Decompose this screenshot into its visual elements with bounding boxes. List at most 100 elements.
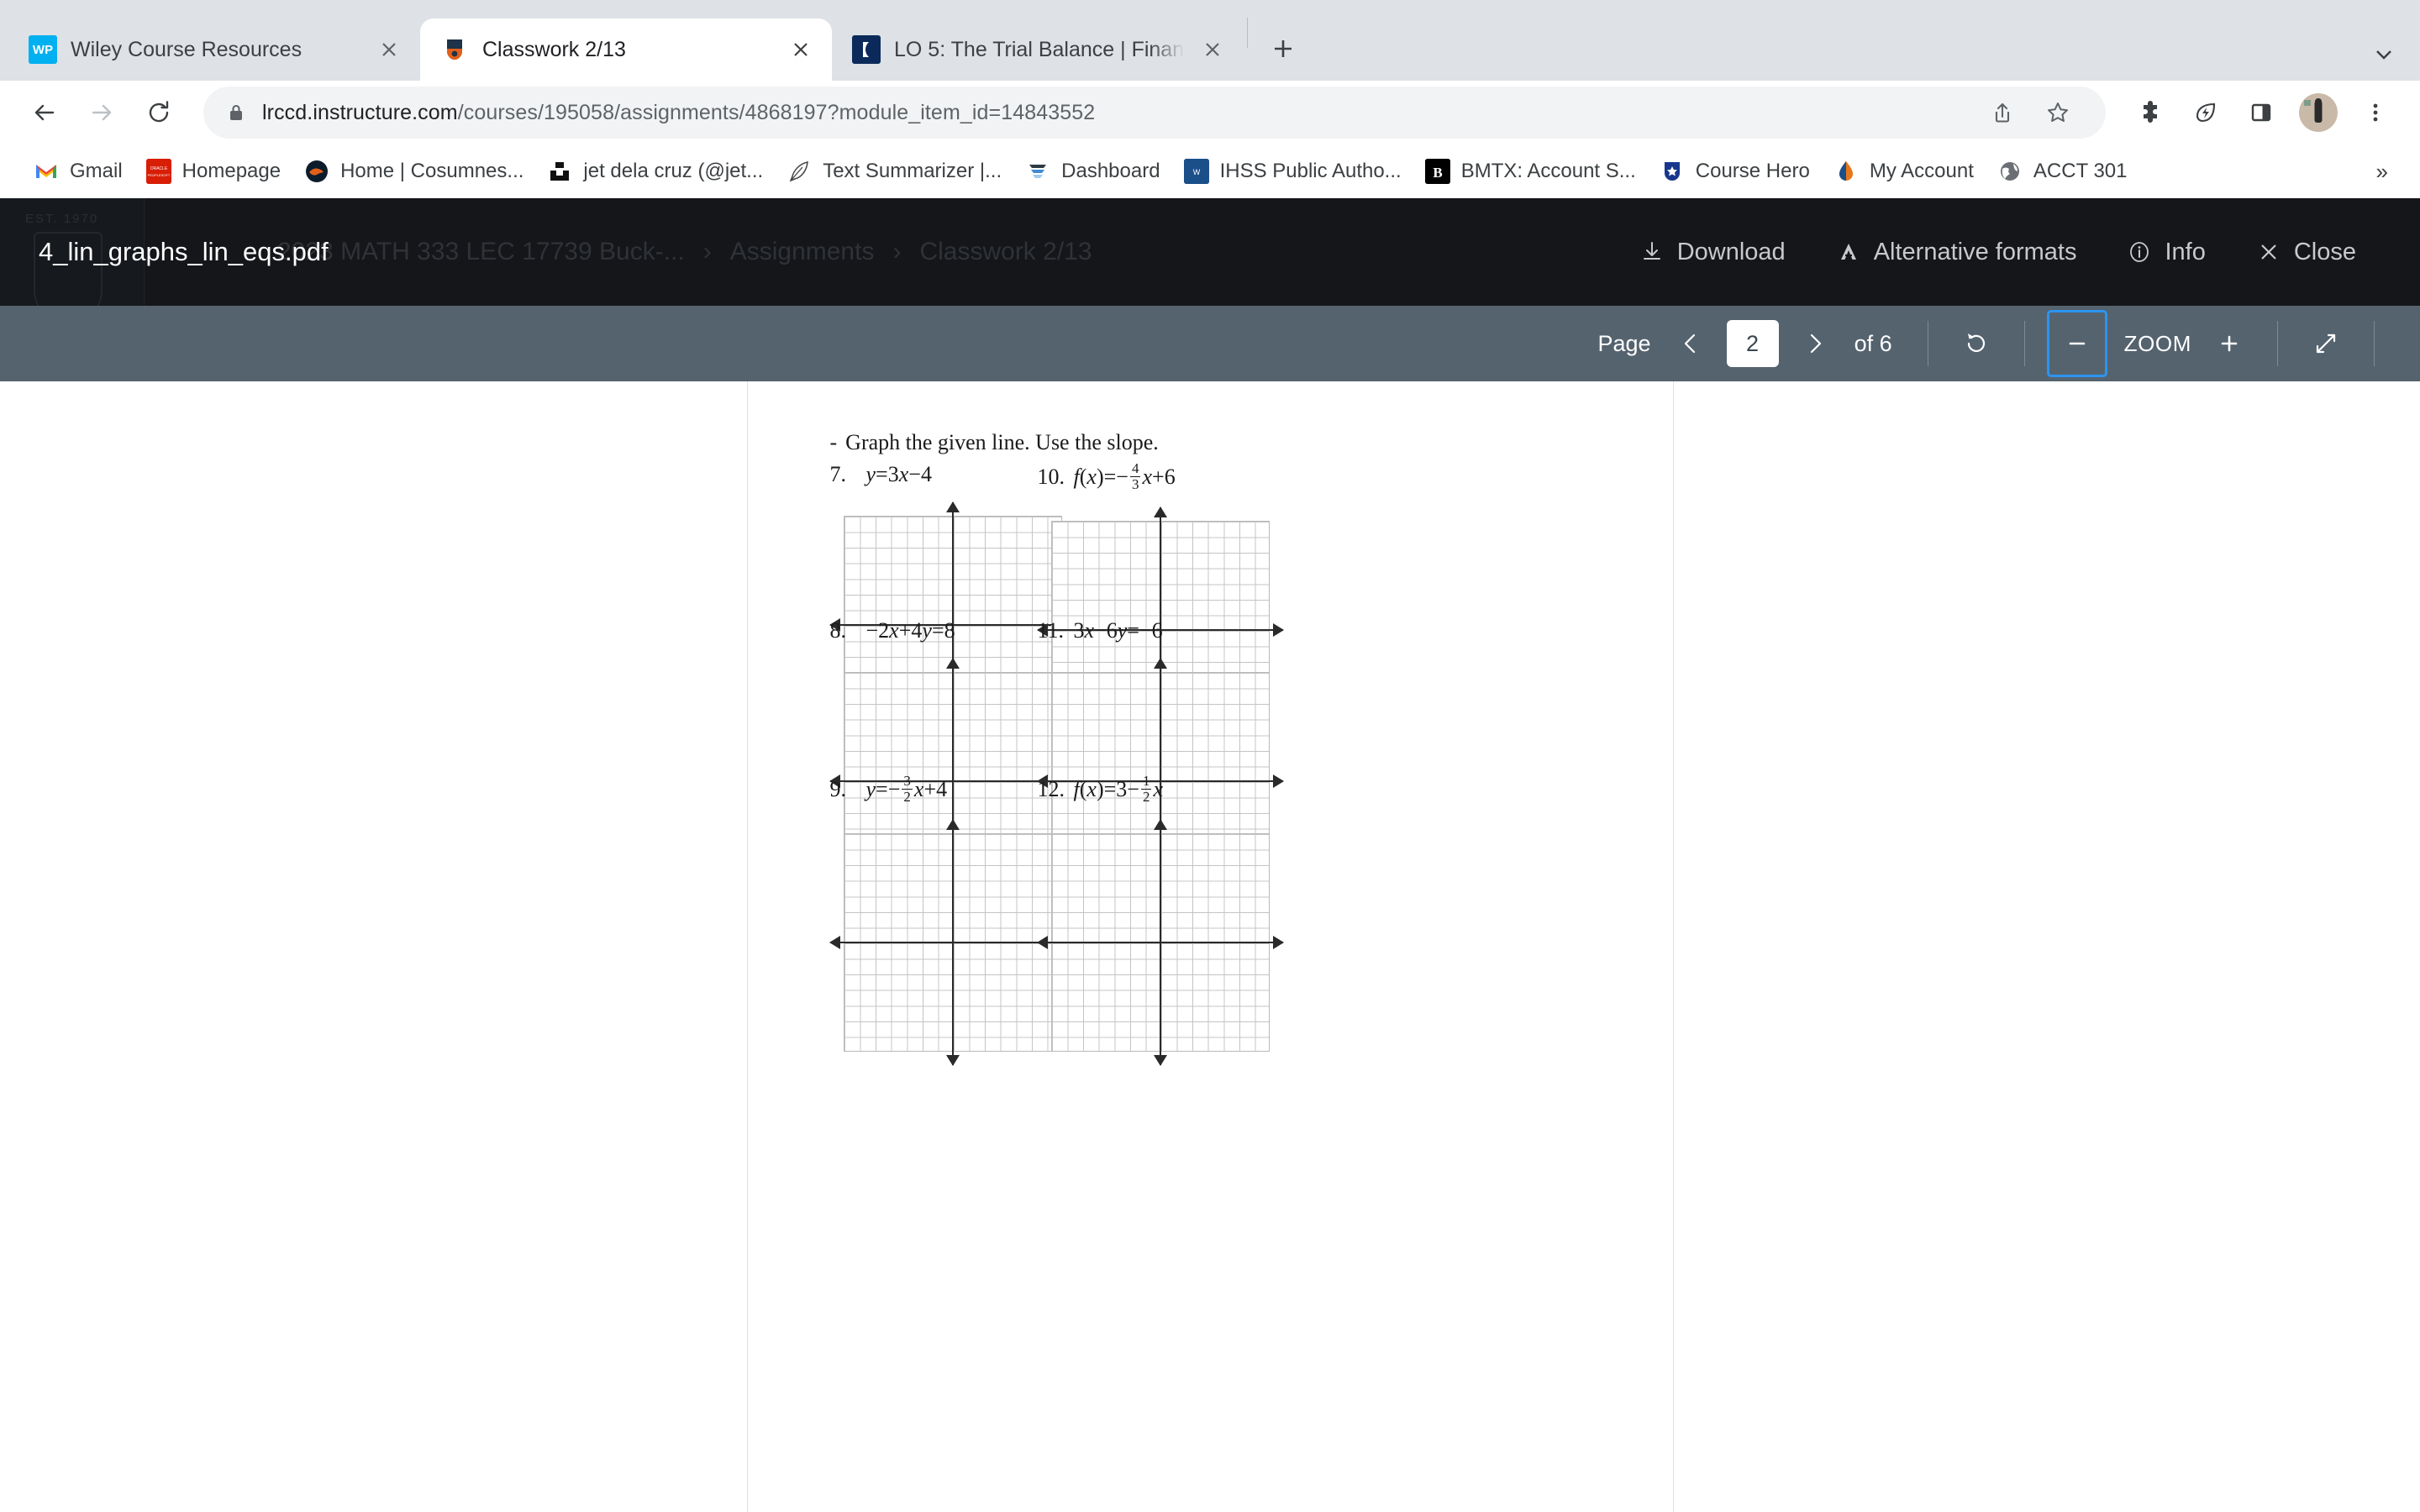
course-hero-shield-icon xyxy=(1660,159,1685,184)
lock-icon xyxy=(225,102,247,123)
close-label: Close xyxy=(2293,238,2356,265)
bookmark-jet-dela-cruz[interactable]: jet dela cruz (@jet... xyxy=(535,154,775,189)
bookmark-my-account[interactable]: My Account xyxy=(1822,154,1986,189)
info-button[interactable]: Info xyxy=(2102,227,2230,278)
equation-token: x xyxy=(1086,465,1097,490)
alternative-formats-button[interactable]: Alternative formats xyxy=(1811,227,2102,278)
tab-title: Wiley Course Resources xyxy=(71,37,302,61)
viewer-left-margin xyxy=(0,381,749,1512)
download-button[interactable]: Download xyxy=(1614,227,1811,278)
axis-arrow-left xyxy=(1036,936,1048,950)
page-label: Page xyxy=(1597,330,1651,356)
problem-equation: −2 x + 4y = 8 xyxy=(866,618,955,643)
bookmark-gmail[interactable]: Gmail xyxy=(22,154,134,189)
axis-arrow-up xyxy=(945,501,960,512)
equation-token: − xyxy=(887,777,901,802)
equation-token: 4 xyxy=(911,618,923,643)
equation-token: x xyxy=(913,777,924,802)
axis-arrow-left xyxy=(829,936,840,950)
bookmark-label: Home | Cosumnes... xyxy=(340,160,524,182)
equation-token: + xyxy=(898,618,912,643)
problem-label: 12. f(x) = 3 − 12x xyxy=(1038,774,1283,805)
ihss-icon: W xyxy=(1183,159,1209,184)
back-button[interactable] xyxy=(18,87,71,139)
forward-button[interactable] xyxy=(76,87,128,139)
pdf-viewer: EST. 1970 2023 MATH 333 LEC 17739 Buck-.… xyxy=(0,198,2420,1512)
bookmark-ihss[interactable]: W IHSS Public Autho... xyxy=(1172,154,1413,189)
three-dot-menu-icon[interactable] xyxy=(2349,87,2402,139)
fraction-numerator: 3 xyxy=(903,773,911,789)
rotate-button[interactable] xyxy=(1950,318,2002,370)
axis-arrow-up xyxy=(1153,507,1167,518)
prev-page-button[interactable] xyxy=(1665,318,1717,370)
bookmark-course-hero[interactable]: Course Hero xyxy=(1648,154,1822,189)
axis-arrow-up xyxy=(1153,819,1167,831)
star-icon[interactable] xyxy=(2032,87,2084,139)
avatar[interactable] xyxy=(2299,93,2338,132)
equation-token: 3 xyxy=(887,462,899,486)
close-icon[interactable] xyxy=(375,35,403,64)
wiley-icon: WP xyxy=(29,35,57,64)
bookmark-acct-301[interactable]: ACCT 301 xyxy=(1986,154,2139,189)
browser-tab-1[interactable]: WP Wiley Course Resources xyxy=(8,18,420,81)
problem-equation: 3x − 6y = −6 xyxy=(1074,618,1163,643)
bookmark-label: ACCT 301 xyxy=(2033,160,2128,182)
equation-token: y xyxy=(922,618,932,643)
bookmark-text-summarizer[interactable]: Text Summarizer |... xyxy=(775,154,1013,189)
close-icon[interactable] xyxy=(1198,35,1227,64)
pdf-filename: 4_lin_graphs_lin_eqs.pdf xyxy=(39,237,329,266)
problem-number: 10. xyxy=(1037,465,1065,490)
leaf-bolt-icon[interactable] xyxy=(2180,87,2232,139)
close-icon[interactable] xyxy=(786,35,815,64)
breadcrumb-sep: › xyxy=(892,238,902,265)
tab-title: LO 5: The Trial Balance | Finan xyxy=(894,37,1185,61)
fraction-numerator: 4 xyxy=(1131,460,1139,476)
tab-divider xyxy=(1247,18,1248,48)
svg-text:ORACLE: ORACLE xyxy=(150,166,167,171)
fraction-denominator: 2 xyxy=(902,788,913,805)
instruction-text: Graph the given line. Use the slope. xyxy=(845,430,1159,454)
side-panel-icon[interactable] xyxy=(2235,87,2287,139)
pdf-document-area[interactable]: - Graph the given line. Use the slope. 7.… xyxy=(0,381,2420,1512)
pdf-page-content: - Graph the given line. Use the slope. 7.… xyxy=(748,381,1673,1512)
share-icon[interactable] xyxy=(1976,87,2028,139)
bookmark-bmtx[interactable]: B BMTX: Account S... xyxy=(1413,154,1648,189)
bookmark-label: Gmail xyxy=(70,160,123,182)
zoom-out-button[interactable] xyxy=(2046,310,2107,377)
equation-token: x xyxy=(1086,777,1097,802)
fullscreen-button[interactable] xyxy=(2300,318,2352,370)
chevron-down-icon[interactable] xyxy=(2370,40,2398,69)
zoom-in-button[interactable] xyxy=(2203,318,2255,370)
next-page-button[interactable] xyxy=(1789,318,1841,370)
problem-number: 7. xyxy=(829,462,847,486)
close-button[interactable]: Close xyxy=(2231,227,2381,278)
new-tab-button[interactable] xyxy=(1260,25,1307,72)
problem-label: 10. f(x) = −4 3 x + 6 xyxy=(1037,460,1283,492)
browser-tab-2[interactable]: Classwork 2/13 xyxy=(420,18,832,81)
toolbar-divider xyxy=(2023,321,2025,366)
bookmark-dashboard[interactable]: Dashboard xyxy=(1013,154,1171,189)
problem-number: 9. xyxy=(829,777,847,802)
bookmark-homepage[interactable]: ORACLE PEOPLESOFT Homepage xyxy=(134,154,292,189)
puzzle-icon[interactable] xyxy=(2124,87,2176,139)
equation-token: − xyxy=(1127,777,1139,802)
problem-label: 11. 3 x − 6y = −6 xyxy=(1038,618,1283,643)
breadcrumb-sep: › xyxy=(702,238,712,265)
instruction-dash: - xyxy=(829,430,838,454)
problem-equation: f(x) = −4 3 x + 6 xyxy=(1073,460,1176,492)
equation-token: ) xyxy=(1096,777,1104,802)
reload-button[interactable] xyxy=(133,87,185,139)
bookmarks-overflow-button[interactable]: » xyxy=(2366,154,2398,190)
instruction-line: - Graph the given line. Use the slope. xyxy=(830,430,1159,455)
problem-12: 12. f(x) = 3 − 12x xyxy=(1036,774,1284,1067)
axis-arrow-up xyxy=(945,658,960,669)
bookmark-home-cosumnes[interactable]: Home | Cosumnes... xyxy=(292,154,535,189)
hawk-icon xyxy=(304,159,329,184)
current-page-input[interactable]: 2 xyxy=(1726,320,1779,367)
equation-token: f xyxy=(1073,465,1080,490)
address-bar[interactable]: lrccd.instructure.com/courses/195058/ass… xyxy=(203,87,2106,139)
axis-arrow-up xyxy=(945,819,960,831)
alternative-formats-label: Alternative formats xyxy=(1873,238,2077,265)
page-navigation-group: Page 2 of 6 xyxy=(1585,318,1906,370)
browser-tab-3[interactable]: LO 5: The Trial Balance | Finan xyxy=(832,18,1244,81)
